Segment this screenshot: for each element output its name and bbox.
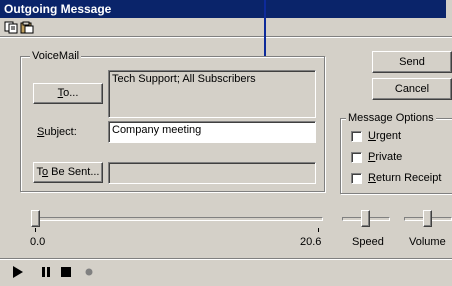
position-thumb[interactable] [31,210,40,227]
return-receipt-checkbox[interactable] [351,173,362,184]
volume-label: Volume [409,236,446,248]
stop-icon[interactable] [61,266,72,278]
play-icon[interactable] [12,266,24,278]
to-be-sent-button-label: To Be Sent... [36,166,100,178]
urgent-checkbox[interactable] [351,131,362,142]
subject-field[interactable]: Company meeting [108,121,316,143]
message-options-label: Message Options [346,112,436,124]
send-button[interactable]: Send [372,51,452,73]
speed-label: Speed [352,236,384,248]
title-bar[interactable]: Outgoing Message [0,0,452,18]
volume-thumb[interactable] [423,210,432,227]
position-end-label: 20.6 [300,236,322,248]
to-field[interactable]: Tech Support; All Subscribers [108,70,316,118]
record-icon[interactable] [85,266,95,278]
speed-thumb[interactable] [361,210,370,227]
return-receipt-label[interactable]: Return Receipt [368,172,441,185]
cancel-button[interactable]: Cancel [372,78,452,100]
window-title: Outgoing Message [4,2,112,16]
to-button-label: To... [57,87,79,99]
position-start-label: 0.0 [30,236,46,248]
subject-label: Subject: [37,126,77,138]
position-tick-end [318,228,319,232]
pause-icon[interactable] [41,266,51,278]
paste-icon[interactable] [20,21,34,34]
outgoing-message-window: Outgoing Message VoiceMail To... Tech Su… [0,0,452,286]
to-be-sent-field[interactable] [108,162,316,184]
copy-icon[interactable] [4,21,18,34]
playback-separator [0,258,452,260]
to-button[interactable]: To... [33,83,103,104]
send-button-label: Send [399,56,425,68]
cancel-button-label: Cancel [394,83,430,95]
pointer-line [264,0,266,58]
urgent-label[interactable]: Urgent [368,130,401,143]
title-button[interactable] [446,0,452,18]
position-tick-start [35,228,36,232]
private-label[interactable]: Private [368,151,402,164]
toolbar-separator [0,36,452,38]
private-checkbox[interactable] [351,152,362,163]
voicemail-group-label: VoiceMail [30,50,82,62]
position-track[interactable] [33,217,323,221]
to-be-sent-button[interactable]: To Be Sent... [33,162,103,183]
